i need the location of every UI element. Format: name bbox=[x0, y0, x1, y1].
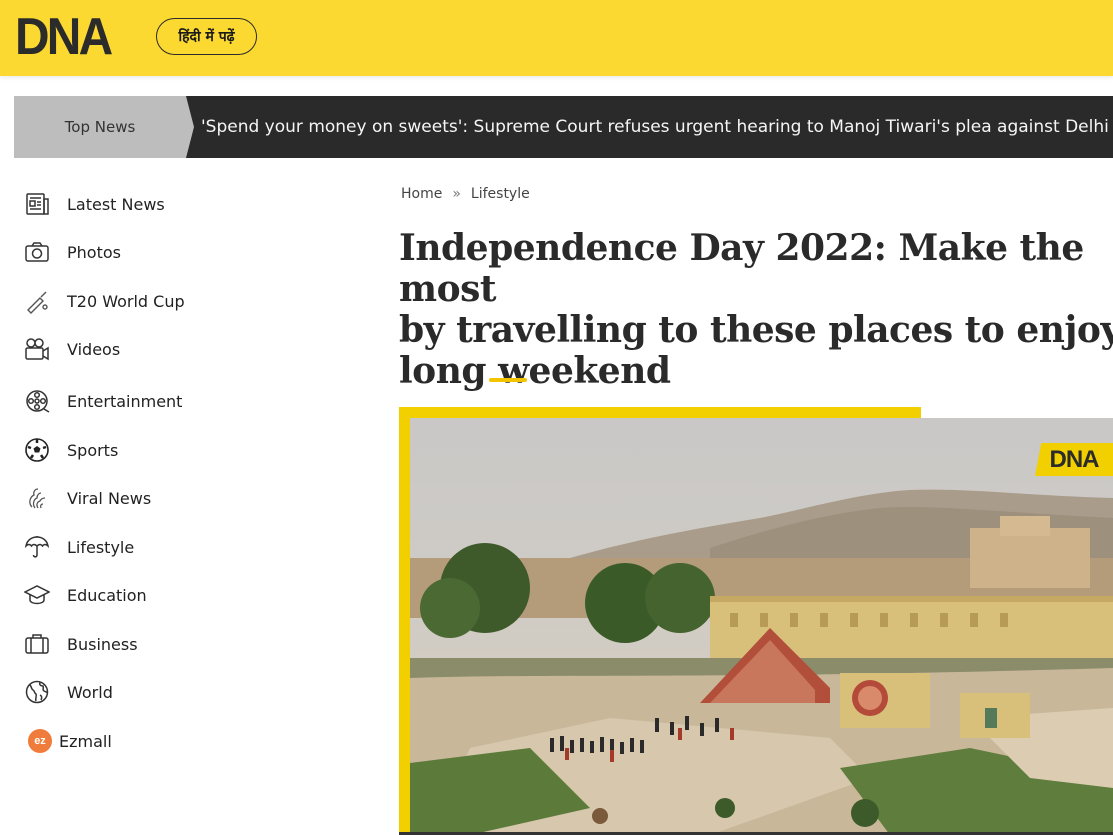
sidebar-item-label: Photos bbox=[67, 242, 121, 262]
sidebar-item-label: World bbox=[67, 682, 113, 702]
article-headline: Independence Day 2022: Make the most by … bbox=[399, 228, 1113, 392]
dna-logo[interactable]: DNA bbox=[15, 9, 113, 65]
breadcrumb-separator: » bbox=[452, 186, 461, 202]
headline-line-3: long weekend bbox=[399, 350, 671, 392]
sidebar-item-photos[interactable]: Photos bbox=[23, 237, 121, 267]
newspaper-icon bbox=[23, 190, 51, 218]
sidebar-item-label: Business bbox=[67, 634, 138, 654]
sidebar-item-business[interactable]: Business bbox=[23, 629, 138, 659]
headline-accent-divider bbox=[489, 378, 527, 382]
breadcrumb: Home » Lifestyle bbox=[401, 186, 530, 202]
hero-frame-top bbox=[399, 407, 921, 418]
news-ticker: Top News 'Spend your money on sweets': S… bbox=[14, 96, 1113, 158]
sidebar-item-label: Videos bbox=[67, 339, 121, 359]
sidebar-item-videos[interactable]: Videos bbox=[23, 334, 120, 364]
breadcrumb-lifestyle[interactable]: Lifestyle bbox=[471, 186, 530, 202]
sidebar-item-label: Lifestyle bbox=[67, 537, 135, 557]
sidebar-item-entertainment[interactable]: Entertainment bbox=[23, 386, 182, 416]
hero-frame-left bbox=[399, 407, 410, 835]
football-icon bbox=[23, 436, 51, 464]
camera-icon bbox=[23, 238, 51, 266]
headline-line-1: Independence Day 2022: Make the most bbox=[399, 227, 1084, 310]
sidebar-item-label: Entertainment bbox=[67, 391, 183, 411]
article-hero-image[interactable]: DNA bbox=[399, 407, 1113, 835]
briefcase-icon bbox=[23, 630, 51, 658]
graduation-cap-icon bbox=[23, 581, 51, 609]
sidebar-item-world[interactable]: World bbox=[23, 677, 113, 707]
sidebar-item-t20-world-cup[interactable]: T20 World Cup bbox=[23, 286, 185, 316]
breadcrumb-home[interactable]: Home bbox=[401, 186, 442, 202]
sidebar-item-label: Sports bbox=[67, 440, 119, 460]
sidebar-item-label: Education bbox=[67, 585, 147, 605]
image-dna-badge: DNA bbox=[1035, 443, 1113, 476]
sidebar-item-education[interactable]: Education bbox=[23, 580, 147, 610]
sidebar-item-latest-news[interactable]: Latest News bbox=[23, 189, 165, 219]
sidebar-item-viral-news[interactable]: Viral News bbox=[23, 483, 151, 513]
umbrella-icon bbox=[23, 533, 51, 561]
sidebar-item-label: T20 World Cup bbox=[67, 291, 185, 311]
jantar-mantar-photo: DNA bbox=[410, 418, 1113, 835]
ticker-headline[interactable]: 'Spend your money on sweets': Supreme Co… bbox=[201, 96, 1113, 158]
globe-icon bbox=[23, 678, 51, 706]
sidebar-item-label: Latest News bbox=[67, 194, 165, 214]
sidebar-item-ezmall[interactable]: ez Ezmall bbox=[23, 726, 112, 756]
film-reel-icon bbox=[23, 387, 51, 415]
video-camera-icon bbox=[23, 335, 51, 363]
headline-line-2: by travelling to these places to enjoy bbox=[399, 309, 1113, 351]
viral-icon bbox=[23, 484, 51, 512]
ticker-label: Top News bbox=[14, 96, 194, 158]
site-header: DNA हिंदी में पढ़ें bbox=[0, 0, 1113, 76]
cricket-bat-icon bbox=[23, 287, 51, 315]
sidebar-item-lifestyle[interactable]: Lifestyle bbox=[23, 532, 134, 562]
sidebar-item-sports[interactable]: Sports bbox=[23, 435, 118, 465]
sidebar-item-label: Ezmall bbox=[59, 731, 112, 751]
ezmall-icon: ez bbox=[28, 729, 52, 753]
hindi-language-button[interactable]: हिंदी में पढ़ें bbox=[156, 18, 257, 55]
sidebar-item-label: Viral News bbox=[67, 488, 152, 508]
